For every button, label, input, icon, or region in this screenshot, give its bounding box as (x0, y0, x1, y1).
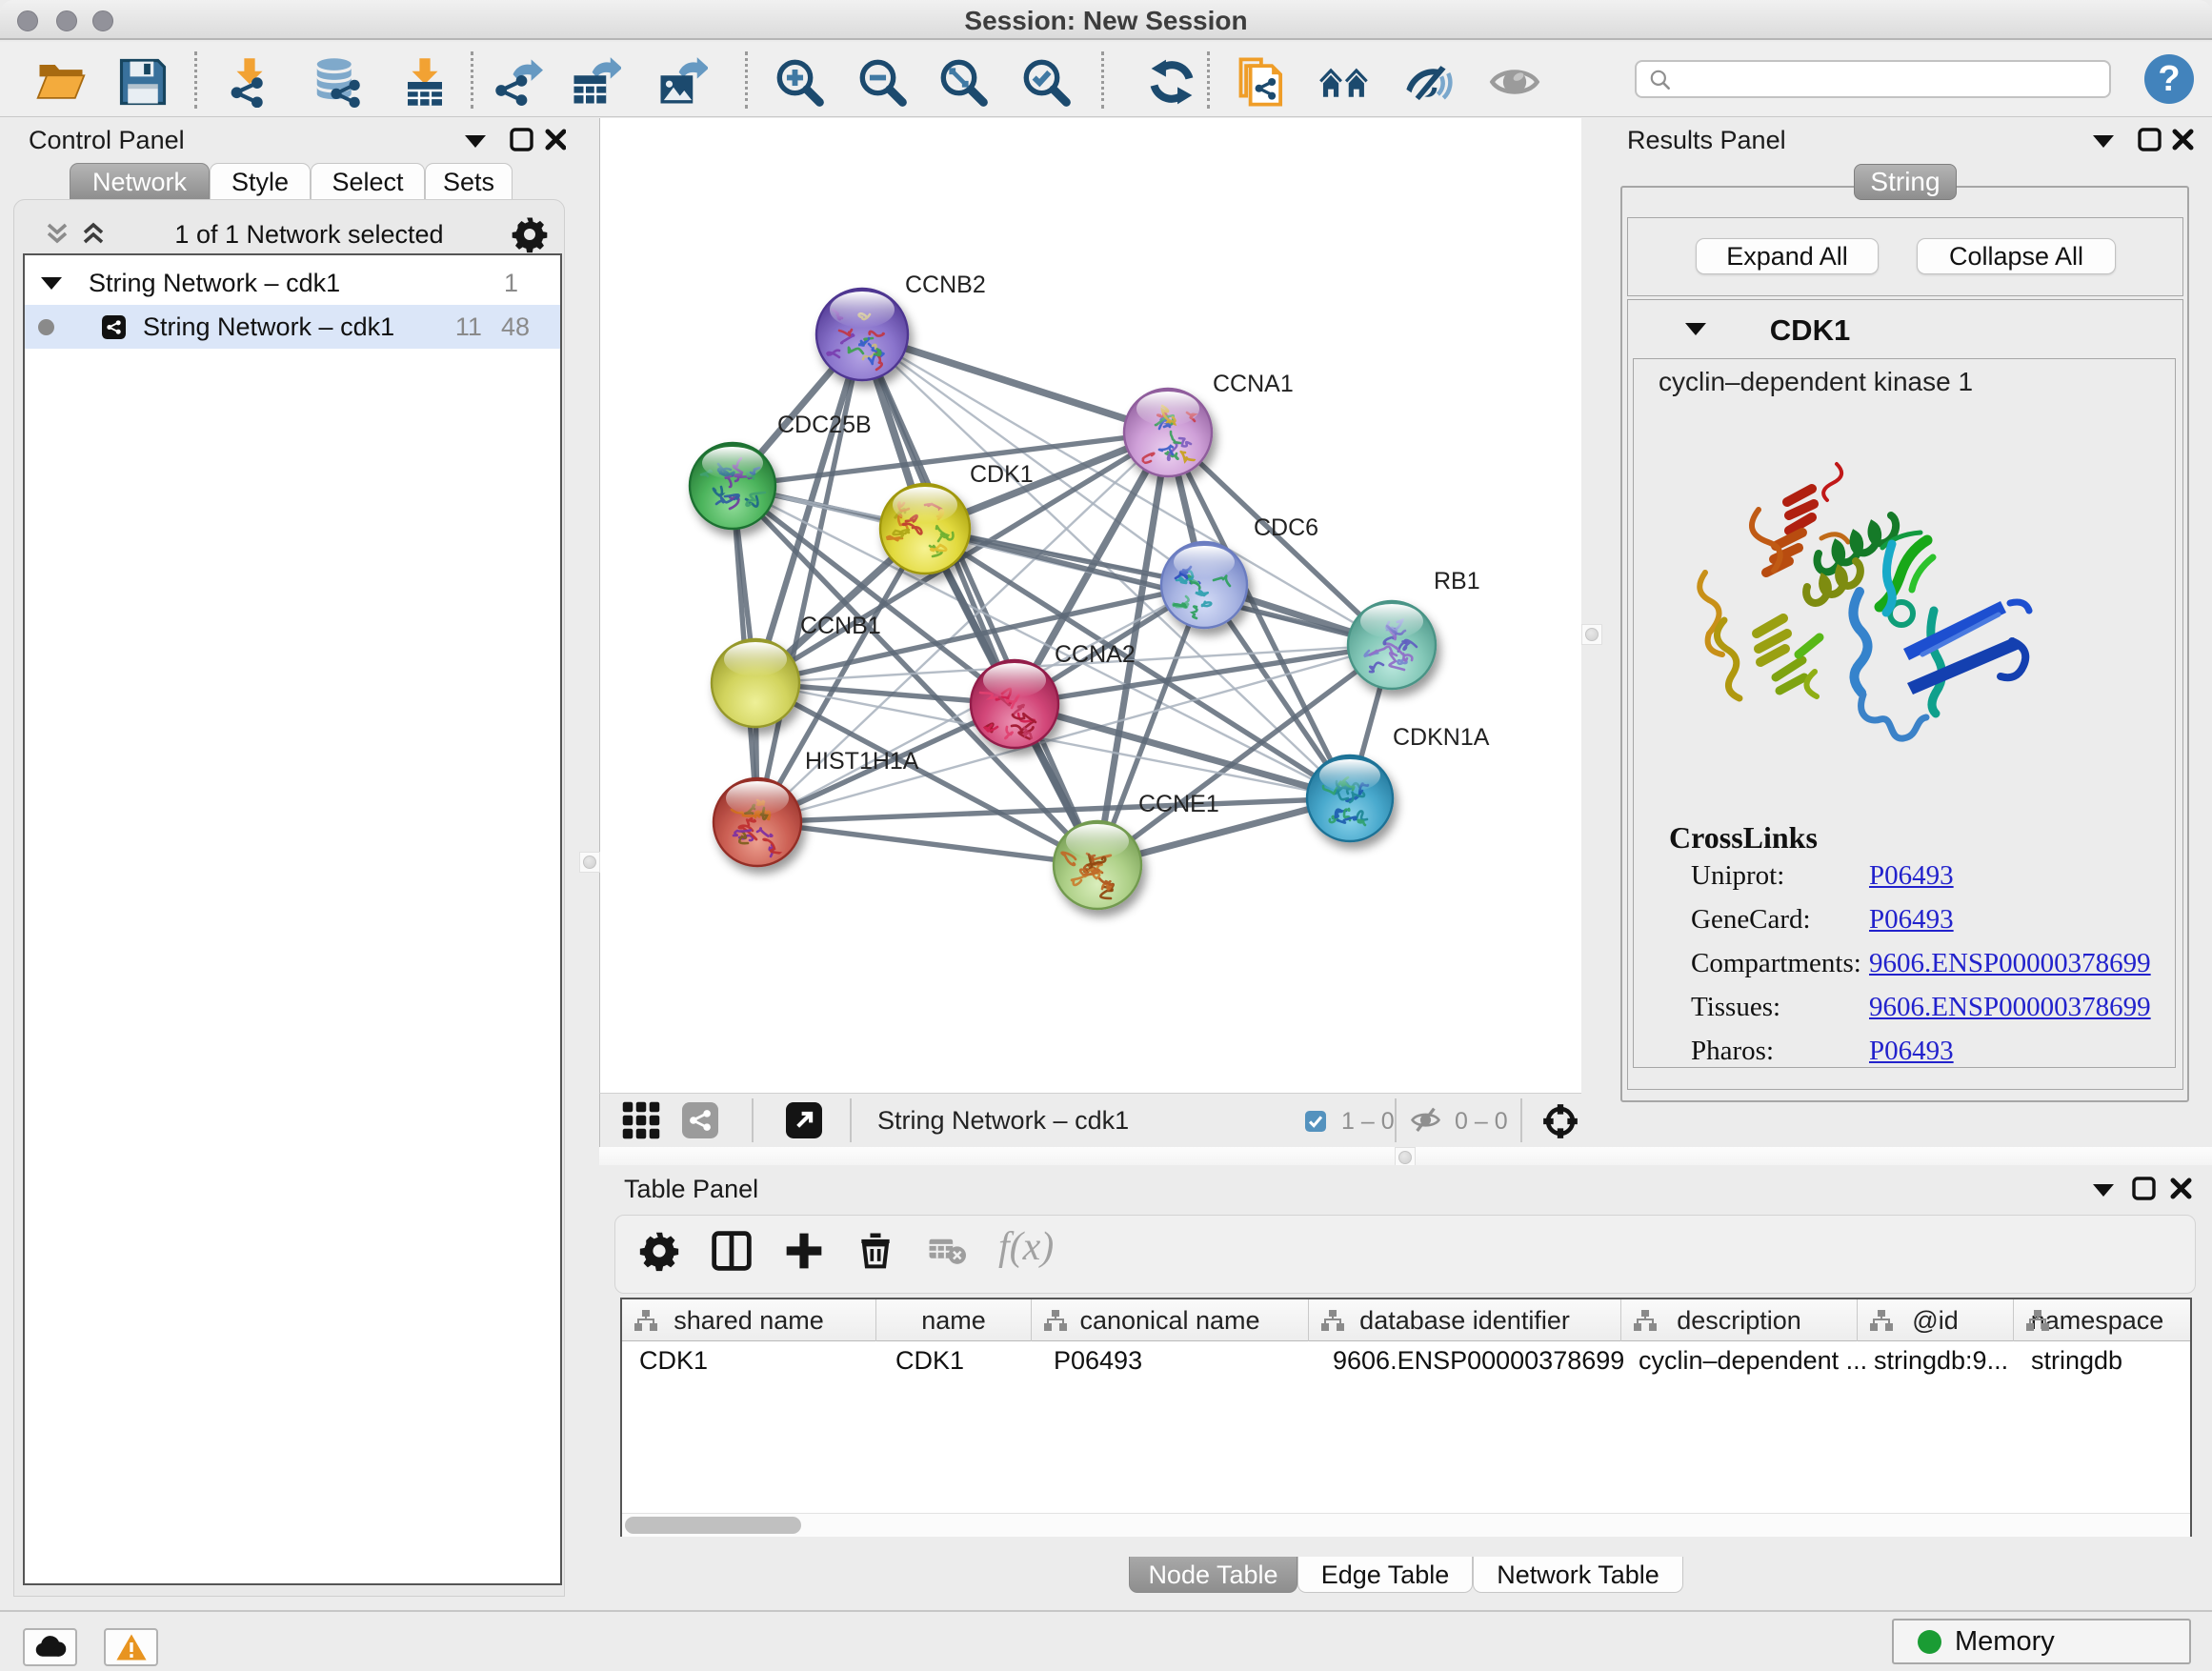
svg-text:CCNA1: CCNA1 (1213, 371, 1294, 397)
svg-text:CDKN1A: CDKN1A (1393, 724, 1490, 751)
svg-text:CDC6: CDC6 (1254, 514, 1318, 541)
svg-text:CDC25B: CDC25B (777, 412, 872, 438)
svg-text:CCNE1: CCNE1 (1138, 791, 1219, 817)
svg-text:CCNA2: CCNA2 (1055, 641, 1136, 668)
svg-text:HIST1H1A: HIST1H1A (805, 748, 919, 775)
svg-text:CCNB1: CCNB1 (800, 613, 881, 639)
svg-text:RB1: RB1 (1434, 568, 1480, 594)
svg-text:CDK1: CDK1 (970, 461, 1034, 488)
svg-text:CCNB2: CCNB2 (905, 272, 986, 298)
